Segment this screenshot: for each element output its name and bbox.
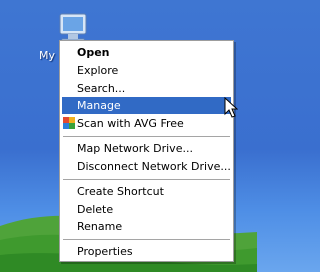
avg-icon: [63, 117, 75, 129]
menu-separator: [63, 179, 230, 180]
menu-item-scan-avg-label: Scan with AVG Free: [77, 117, 184, 130]
menu-item-create-shortcut[interactable]: Create Shortcut: [62, 183, 231, 200]
menu-separator: [63, 239, 230, 240]
menu-item-disconnect-network-drive[interactable]: Disconnect Network Drive...: [62, 158, 231, 175]
menu-item-delete[interactable]: Delete: [62, 201, 231, 218]
menu-separator: [63, 136, 230, 137]
context-menu: Open Explore Search... Manage Scan with …: [59, 40, 234, 262]
menu-item-rename[interactable]: Rename: [62, 218, 231, 235]
menu-item-scan-avg[interactable]: Scan with AVG Free: [62, 115, 231, 132]
desktop-icon-label: My: [39, 49, 56, 62]
menu-item-properties[interactable]: Properties: [62, 243, 231, 260]
menu-item-manage[interactable]: Manage: [62, 97, 231, 114]
menu-item-open[interactable]: Open: [62, 44, 231, 61]
menu-item-search[interactable]: Search...: [62, 80, 231, 97]
arrow-cursor-icon: [224, 97, 238, 118]
menu-item-explore[interactable]: Explore: [62, 62, 231, 79]
menu-item-map-network-drive[interactable]: Map Network Drive...: [62, 140, 231, 157]
